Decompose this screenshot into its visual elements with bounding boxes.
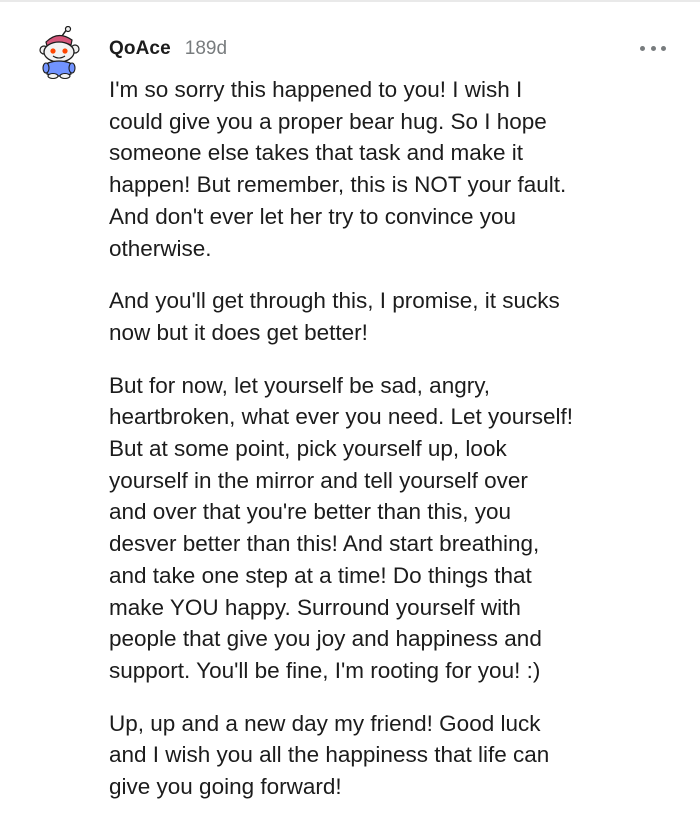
comment: QoAce 189d I'm so sorry this happened to…: [0, 0, 700, 830]
comment-paragraph: Up, up and a new day my friend! Good luc…: [109, 710, 550, 800]
more-options-icon: [650, 45, 656, 51]
comment-timestamp: 189d: [184, 38, 228, 59]
more-options-icon: [640, 45, 645, 51]
user-avatar[interactable]: [38, 25, 82, 80]
comment-header: QoAce 189d: [109, 37, 227, 61]
comment-paragraph: I'm so sorry this happened to you! I wis…: [109, 77, 567, 261]
comment-paragraph: But for now, let yourself be sad, angry,…: [109, 372, 574, 683]
more-options-icon: [661, 45, 666, 51]
more-options-button[interactable]: [640, 38, 666, 58]
comment-body: I'm so sorry this happened to you! I wis…: [109, 74, 669, 824]
username-link[interactable]: QoAce: [109, 37, 171, 61]
reddit-snoo-avatar-icon: [39, 25, 80, 80]
comment-paragraph: And you'll get through this, I promise, …: [109, 288, 560, 345]
